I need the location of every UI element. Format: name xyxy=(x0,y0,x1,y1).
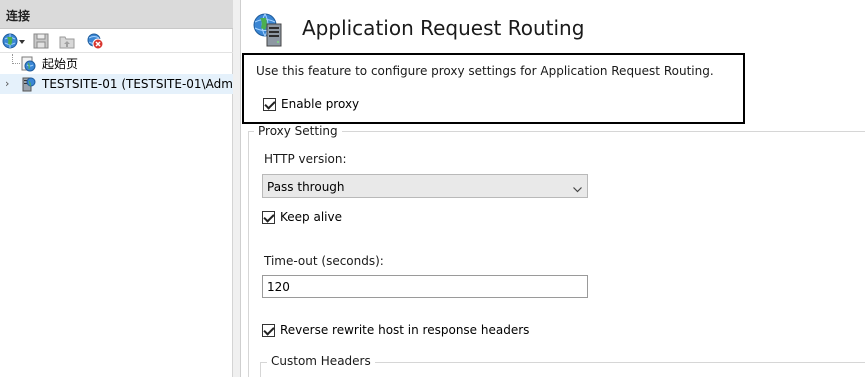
group-title: Proxy Setting xyxy=(254,124,342,138)
tree-item-server[interactable]: › TESTSITE-01 (TESTSITE-01\Administrator… xyxy=(0,74,233,94)
feature-page: Application Request Routing Use this fea… xyxy=(242,0,865,377)
tree-item-label: TESTSITE-01 (TESTSITE-01\Administrator) xyxy=(42,77,233,91)
enable-proxy-checkbox[interactable]: Enable proxy xyxy=(263,97,359,111)
connections-pane: 连接 起始页 › TESTSITE-01 (TESTSITE-01\Adm xyxy=(0,0,233,377)
tree-item-start-page[interactable]: 起始页 xyxy=(0,54,233,74)
server-icon xyxy=(20,76,36,92)
checkbox-label: Keep alive xyxy=(280,210,342,224)
checkbox-box[interactable] xyxy=(263,97,276,111)
chevron-down-icon xyxy=(573,182,582,193)
tree-item-label: 起始页 xyxy=(42,57,79,71)
expand-chevron-icon[interactable]: › xyxy=(5,74,9,94)
keep-alive-checkbox[interactable]: Keep alive xyxy=(262,210,342,224)
reverse-rewrite-checkbox[interactable]: Reverse rewrite host in response headers xyxy=(262,323,529,337)
connections-tree: 起始页 › TESTSITE-01 (TESTSITE-01\Administr… xyxy=(0,54,233,94)
feature-description: Use this feature to configure proxy sett… xyxy=(256,64,714,78)
connections-header: 连接 xyxy=(0,0,233,29)
timeout-label: Time-out (seconds): xyxy=(264,254,384,268)
timeout-input[interactable]: 120 xyxy=(262,275,588,298)
connections-toolbar xyxy=(0,29,233,53)
up-folder-icon[interactable] xyxy=(58,32,76,50)
checkbox-box[interactable] xyxy=(262,210,275,224)
disconnect-icon[interactable] xyxy=(86,32,104,50)
checkbox-label: Reverse rewrite host in response headers xyxy=(280,323,530,337)
server-globe-icon xyxy=(251,12,287,48)
input-value: 120 xyxy=(267,280,290,294)
select-value: Pass through xyxy=(267,180,345,194)
http-version-select[interactable]: Pass through xyxy=(262,174,588,198)
custom-headers-title: Custom Headers xyxy=(267,354,375,368)
enable-proxy-section: Use this feature to configure proxy sett… xyxy=(242,53,745,124)
pane-splitter[interactable] xyxy=(233,0,241,377)
http-version-label: HTTP version: xyxy=(264,152,347,166)
globe-connect-icon[interactable] xyxy=(2,32,26,50)
start-page-icon xyxy=(20,56,36,72)
save-icon[interactable] xyxy=(32,32,50,50)
connections-title: 连接 xyxy=(6,9,31,23)
page-title: Application Request Routing xyxy=(302,16,585,40)
checkbox-label: Enable proxy xyxy=(281,97,360,111)
checkbox-box[interactable] xyxy=(262,323,275,337)
